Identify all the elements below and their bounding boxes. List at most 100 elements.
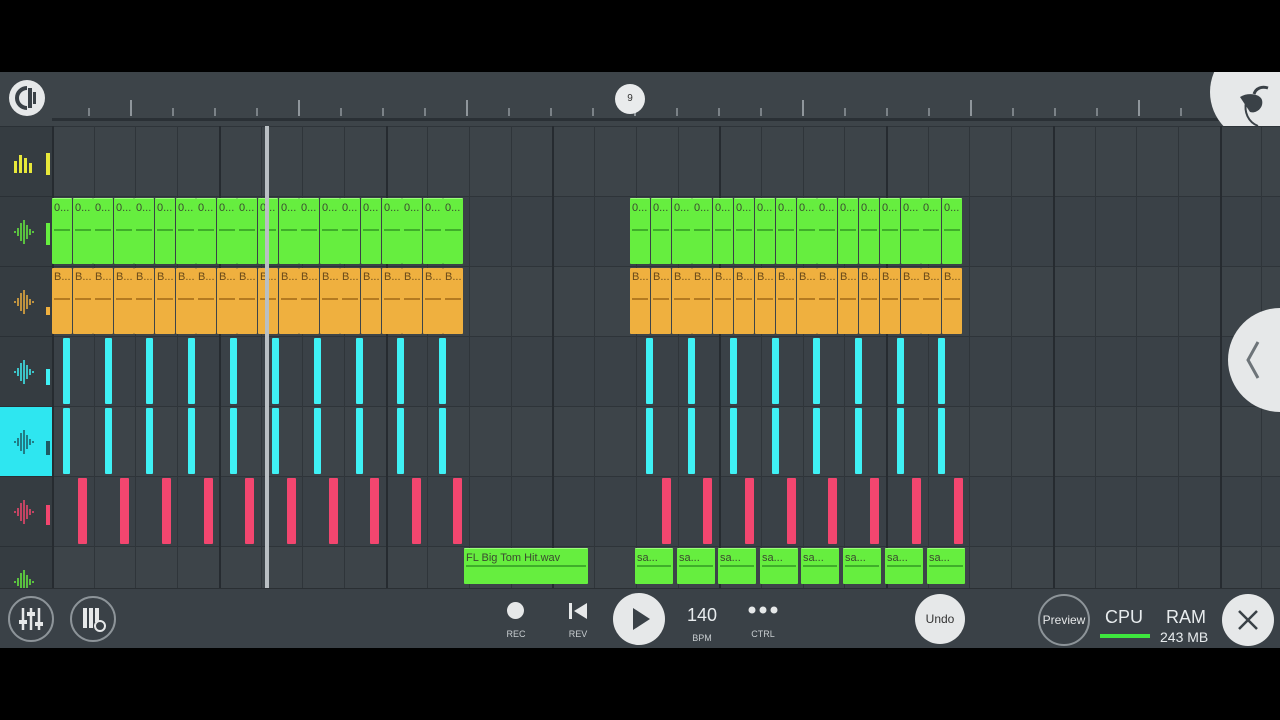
cyan-hit-clip[interactable] bbox=[688, 408, 695, 474]
green-pattern-clip[interactable]: 0... bbox=[73, 198, 93, 264]
sample-clip[interactable]: sa... bbox=[801, 548, 839, 584]
cyan-hit-clip[interactable] bbox=[63, 338, 70, 404]
cyan-hit-clip[interactable] bbox=[439, 408, 446, 474]
orange-pattern-clip[interactable]: B... bbox=[52, 268, 72, 334]
cyan-hit-clip[interactable] bbox=[356, 338, 363, 404]
orange-pattern-clip[interactable]: B... bbox=[423, 268, 443, 334]
orange-pattern-clip[interactable]: B... bbox=[176, 268, 196, 334]
orange-pattern-clip[interactable]: B... bbox=[443, 268, 463, 334]
cyan-hit-clip[interactable] bbox=[439, 338, 446, 404]
green-pattern-clip[interactable]: 0... bbox=[672, 198, 692, 264]
cyan-hit-clip[interactable] bbox=[230, 338, 237, 404]
pink-hit-clip[interactable] bbox=[954, 478, 963, 544]
orange-pattern-clip[interactable]: B... bbox=[402, 268, 422, 334]
orange-pattern-clip[interactable]: B... bbox=[672, 268, 692, 334]
green-pattern-clip[interactable]: 0... bbox=[299, 198, 319, 264]
green-pattern-clip[interactable]: 0... bbox=[196, 198, 216, 264]
green-pattern-clip[interactable]: 0... bbox=[817, 198, 837, 264]
cyan-hit-clip[interactable] bbox=[397, 408, 404, 474]
orange-pattern-clip[interactable]: B... bbox=[196, 268, 216, 334]
side-panel-handle[interactable] bbox=[1228, 308, 1280, 412]
green-pattern-clip[interactable]: 0... bbox=[443, 198, 463, 264]
play-button[interactable] bbox=[613, 593, 665, 645]
orange-pattern-clip[interactable]: B... bbox=[838, 268, 858, 334]
cyan-hit-clip[interactable] bbox=[730, 408, 737, 474]
sample-clip[interactable]: sa... bbox=[843, 548, 881, 584]
orange-pattern-clip[interactable]: B... bbox=[880, 268, 900, 334]
green-pattern-clip[interactable]: 0... bbox=[921, 198, 941, 264]
snap-button[interactable] bbox=[9, 80, 45, 116]
green-pattern-clip[interactable]: 0... bbox=[237, 198, 257, 264]
green-pattern-clip[interactable]: 0... bbox=[776, 198, 796, 264]
cyan-hit-clip[interactable] bbox=[646, 408, 653, 474]
green-pattern-clip[interactable]: 0... bbox=[93, 198, 113, 264]
green-pattern-clip[interactable]: 0... bbox=[423, 198, 443, 264]
green-pattern-clip[interactable]: 0... bbox=[859, 198, 879, 264]
cyan-hit-clip[interactable] bbox=[938, 408, 945, 474]
green-pattern-clip[interactable]: 0... bbox=[176, 198, 196, 264]
orange-pattern-clip[interactable]: B... bbox=[734, 268, 754, 334]
orange-pattern-clip[interactable]: B... bbox=[340, 268, 360, 334]
cyan-hit-clip[interactable] bbox=[646, 338, 653, 404]
orange-pattern-clip[interactable]: B... bbox=[217, 268, 237, 334]
cyan-hit-clip[interactable] bbox=[938, 338, 945, 404]
cyan-hit-clip[interactable] bbox=[314, 408, 321, 474]
cyan-hit-clip[interactable] bbox=[105, 338, 112, 404]
green-pattern-clip[interactable]: 0... bbox=[692, 198, 712, 264]
green-pattern-clip[interactable]: 0... bbox=[217, 198, 237, 264]
green-pattern-clip[interactable]: 0... bbox=[155, 198, 175, 264]
cyan-hit-clip[interactable] bbox=[688, 338, 695, 404]
pink-hit-clip[interactable] bbox=[745, 478, 754, 544]
green-pattern-clip[interactable]: 0... bbox=[755, 198, 775, 264]
sample-clip[interactable]: sa... bbox=[677, 548, 715, 584]
pink-hit-clip[interactable] bbox=[787, 478, 796, 544]
orange-pattern-clip[interactable]: B... bbox=[630, 268, 650, 334]
orange-pattern-clip[interactable]: B... bbox=[279, 268, 299, 334]
pink-hit-clip[interactable] bbox=[870, 478, 879, 544]
record-button[interactable]: REC bbox=[496, 599, 536, 643]
green-pattern-clip[interactable]: 0... bbox=[651, 198, 671, 264]
orange-pattern-clip[interactable]: B... bbox=[155, 268, 175, 334]
cyan-hit-clip[interactable] bbox=[772, 408, 779, 474]
track-header[interactable] bbox=[0, 476, 52, 546]
green-pattern-clip[interactable]: 0... bbox=[713, 198, 733, 264]
sample-clip[interactable]: sa... bbox=[760, 548, 798, 584]
orange-pattern-clip[interactable]: B... bbox=[797, 268, 817, 334]
cyan-hit-clip[interactable] bbox=[813, 338, 820, 404]
reverse-button[interactable]: REV bbox=[558, 599, 598, 643]
orange-pattern-clip[interactable]: B... bbox=[237, 268, 257, 334]
cyan-hit-clip[interactable] bbox=[314, 338, 321, 404]
cyan-hit-clip[interactable] bbox=[230, 408, 237, 474]
position-marker[interactable]: 9 bbox=[615, 84, 645, 114]
pink-hit-clip[interactable] bbox=[204, 478, 213, 544]
cyan-hit-clip[interactable] bbox=[63, 408, 70, 474]
orange-pattern-clip[interactable]: B... bbox=[817, 268, 837, 334]
orange-pattern-clip[interactable]: B... bbox=[859, 268, 879, 334]
pink-hit-clip[interactable] bbox=[329, 478, 338, 544]
cyan-hit-clip[interactable] bbox=[272, 338, 279, 404]
track-header[interactable] bbox=[0, 406, 52, 476]
track-header[interactable] bbox=[0, 126, 52, 196]
pink-hit-clip[interactable] bbox=[912, 478, 921, 544]
sample-clip[interactable]: sa... bbox=[885, 548, 923, 584]
pink-hit-clip[interactable] bbox=[162, 478, 171, 544]
close-button[interactable] bbox=[1222, 594, 1274, 646]
cyan-hit-clip[interactable] bbox=[897, 408, 904, 474]
cyan-hit-clip[interactable] bbox=[272, 408, 279, 474]
pink-hit-clip[interactable] bbox=[703, 478, 712, 544]
orange-pattern-clip[interactable]: B... bbox=[114, 268, 134, 334]
green-pattern-clip[interactable]: 0... bbox=[838, 198, 858, 264]
orange-pattern-clip[interactable]: B... bbox=[921, 268, 941, 334]
green-pattern-clip[interactable]: 0... bbox=[734, 198, 754, 264]
orange-pattern-clip[interactable]: B... bbox=[713, 268, 733, 334]
big-tom-audio-clip[interactable]: FL Big Tom Hit.wav bbox=[464, 548, 588, 584]
cyan-hit-clip[interactable] bbox=[730, 338, 737, 404]
track-header[interactable] bbox=[0, 196, 52, 266]
orange-pattern-clip[interactable]: B... bbox=[361, 268, 381, 334]
orange-pattern-clip[interactable]: B... bbox=[692, 268, 712, 334]
green-pattern-clip[interactable]: 0... bbox=[901, 198, 921, 264]
pink-hit-clip[interactable] bbox=[412, 478, 421, 544]
track-header[interactable] bbox=[0, 336, 52, 406]
pink-hit-clip[interactable] bbox=[370, 478, 379, 544]
undo-button[interactable]: Undo bbox=[915, 594, 965, 644]
